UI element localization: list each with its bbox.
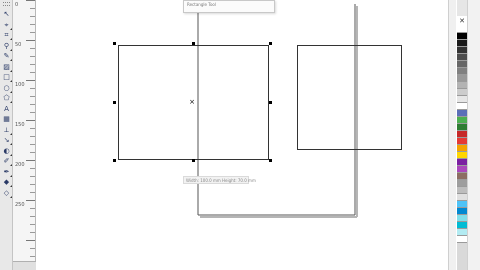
vertical-ruler[interactable]: 0 50 100 150 200 250 (13, 0, 36, 270)
color-swatch[interactable] (457, 117, 467, 124)
selection-handle[interactable] (269, 101, 272, 104)
connector-tool-icon[interactable]: ↘ (2, 136, 12, 145)
ellipse-tool-icon[interactable]: ○ (2, 84, 12, 93)
flyout-arrow-icon (10, 38, 12, 40)
color-swatch[interactable] (457, 40, 467, 47)
selection-handle[interactable] (192, 42, 195, 45)
palette-header (457, 0, 467, 16)
selection-handle[interactable] (269, 42, 272, 45)
flyout-arrow-icon (10, 132, 12, 135)
ruler-label: 0 (15, 2, 19, 8)
color-swatch[interactable] (457, 166, 467, 173)
color-swatch[interactable] (457, 215, 467, 222)
selection-handle[interactable] (113, 159, 116, 162)
selection-handle[interactable] (113, 101, 116, 104)
flyout-arrow-icon (10, 185, 12, 187)
rectangle-tool-icon[interactable]: □ (2, 73, 12, 82)
flyout-arrow-icon (10, 101, 12, 103)
selection-handle[interactable] (192, 159, 195, 162)
toolbox: ↖ ⌖ ⌗ ⚲ ✎ ▨ □ ○ ⬠ A ▦ ⟂ ↘ ◐ ✐ ✒ ◆ ◇ (0, 0, 13, 270)
color-swatch[interactable] (457, 180, 467, 187)
color-swatch[interactable] (457, 96, 467, 103)
flyout-arrow-icon (10, 59, 12, 61)
color-swatch[interactable] (457, 187, 467, 194)
flyout-arrow-icon (10, 90, 12, 93)
flyout-arrow-icon (10, 153, 12, 156)
color-swatch[interactable] (457, 26, 467, 33)
color-swatch[interactable] (457, 68, 467, 75)
shape-tool-icon[interactable]: ⌖ (2, 21, 12, 30)
color-swatch[interactable] (457, 110, 467, 117)
freehand-tool-icon[interactable]: ✎ (2, 52, 12, 61)
crop-tool-icon[interactable]: ⌗ (2, 31, 12, 40)
toolbox-grip[interactable] (3, 2, 10, 6)
color-swatch[interactable] (457, 61, 467, 68)
color-swatch[interactable] (457, 236, 467, 243)
canvas-shapes: × (113, 0, 402, 218)
color-swatch[interactable] (457, 103, 467, 110)
color-swatch[interactable] (457, 194, 467, 201)
color-swatch[interactable] (457, 54, 467, 61)
selection-handle[interactable] (113, 42, 116, 45)
flyout-arrow-icon (10, 195, 12, 198)
flyout-arrow-icon (10, 164, 12, 166)
second-rectangle[interactable] (297, 45, 402, 150)
color-swatch[interactable] (457, 47, 467, 54)
color-swatch[interactable] (457, 173, 467, 180)
polygon-tool-icon[interactable]: ⬠ (2, 94, 12, 103)
dimension-tool-icon[interactable]: ⟂ (2, 126, 12, 135)
blend-tool-icon[interactable]: ◐ (2, 147, 12, 156)
vertical-scrollbar[interactable] (448, 0, 456, 270)
color-swatch[interactable] (457, 152, 467, 159)
color-swatch[interactable] (457, 131, 467, 138)
color-swatch[interactable] (457, 229, 467, 236)
flyout-arrow-icon (10, 174, 12, 177)
ruler-major-ticks (26, 0, 35, 270)
selection-handle[interactable] (269, 159, 272, 162)
pick-tool-icon[interactable]: ↖ (2, 10, 11, 18)
ruler-corner (13, 261, 36, 270)
flyout-arrow-icon (10, 69, 12, 72)
color-swatch[interactable] (457, 208, 467, 215)
drawing-canvas[interactable]: × (37, 0, 455, 270)
no-color-swatch[interactable]: ✕ (457, 17, 467, 25)
color-swatch[interactable] (457, 89, 467, 96)
table-tool-icon[interactable]: ▦ (2, 115, 11, 123)
ruler-label: 250 (15, 202, 25, 208)
ruler-label: 50 (15, 42, 22, 48)
color-swatch[interactable] (457, 222, 467, 229)
color-swatch[interactable] (457, 82, 467, 89)
flyout-arrow-icon (10, 143, 12, 145)
outline-tool-icon[interactable]: ✒ (2, 168, 12, 177)
color-swatch[interactable] (457, 201, 467, 208)
dimension-readout-text: Width: 100.0 mm Height: 70.0 mm (186, 178, 256, 183)
flyout-arrow-icon (10, 48, 12, 51)
color-swatch[interactable] (457, 159, 467, 166)
window-right-edge (467, 0, 480, 270)
color-swatch[interactable] (457, 138, 467, 145)
text-tool-icon[interactable]: A (2, 105, 11, 113)
dimension-readout: Width: 100.0 mm Height: 70.0 mm (183, 176, 256, 184)
color-swatch[interactable] (457, 33, 467, 40)
ruler-label: 200 (15, 162, 25, 168)
flyout-arrow-icon (10, 27, 12, 30)
color-swatch[interactable] (457, 145, 467, 152)
flyout-arrow-icon (10, 80, 12, 82)
fill-tool-icon[interactable]: ◆ (2, 178, 12, 187)
tool-hint-popup: Rectangle Tool (183, 0, 275, 13)
eyedropper-tool-icon[interactable]: ✐ (2, 157, 12, 166)
interactive-fill-icon[interactable]: ◇ (2, 189, 12, 198)
center-marker: × (189, 98, 195, 106)
tool-hint-title: Rectangle Tool (187, 2, 216, 7)
smart-fill-icon[interactable]: ▨ (2, 63, 12, 72)
color-swatch[interactable] (457, 124, 467, 131)
color-palette (457, 26, 467, 270)
color-swatch[interactable] (457, 75, 467, 82)
ruler-label: 100 (15, 82, 25, 88)
zoom-tool-icon[interactable]: ⚲ (2, 42, 12, 51)
ruler-label: 150 (15, 122, 25, 128)
